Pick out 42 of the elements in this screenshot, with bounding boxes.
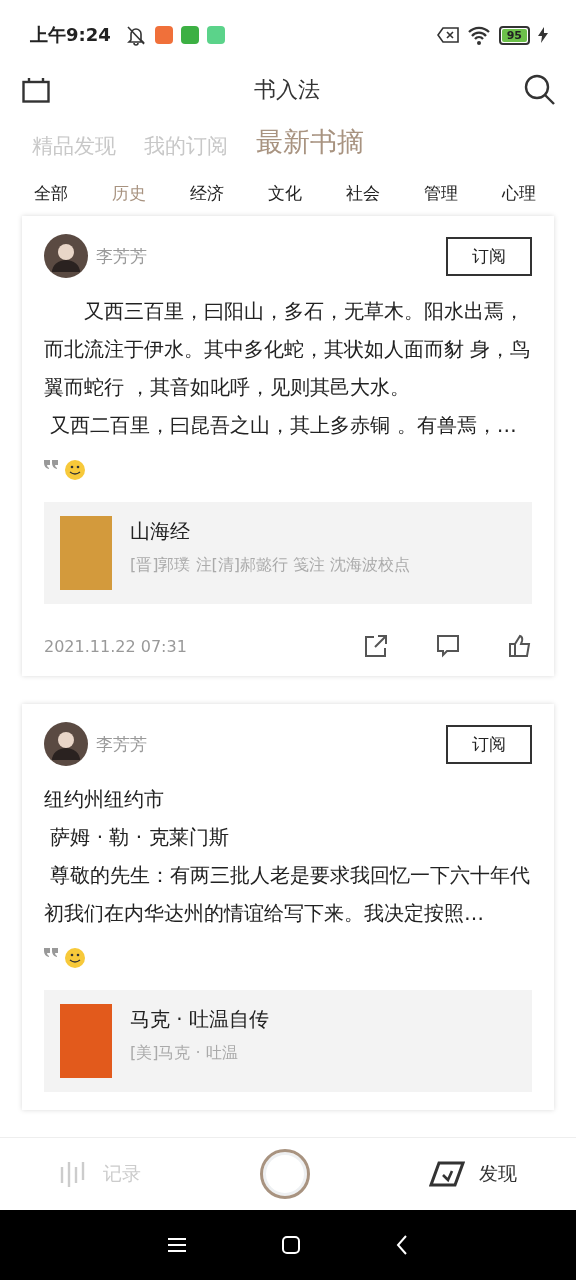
category-tab[interactable]: 社会 [346,181,380,205]
status-time: 上午9:24 [30,23,111,47]
book-title: 山海经 [130,518,191,545]
author-name: 李芳芳 [96,244,148,268]
category-tab[interactable]: 管理 [424,181,458,205]
book-author: [美]马克 · 吐温 [130,1043,239,1064]
record-button[interactable] [260,1149,310,1199]
author-name: 李芳芳 [96,732,148,756]
back-icon[interactable] [396,1235,408,1255]
category-tab[interactable]: 经济 [190,181,224,205]
sim-error-icon [436,26,459,44]
excerpt-text: 尊敬的先生：有两三批人老是要求我回忆一下六十年代初我们在内华达州的情谊给写下来。我决定按照… [44,862,532,927]
excerpt-text: 纽约州纽约市 [44,786,165,813]
thumbs-up-icon[interactable] [508,634,532,658]
comment-icon[interactable] [436,634,460,658]
menu-icon[interactable] [168,1238,186,1252]
search-icon[interactable] [524,74,556,106]
excerpt-text: 萨姆 · 勒 · 克莱门斯 [49,824,230,851]
book-title: 马克 · 吐温自传 [130,1006,270,1033]
book-card[interactable]: 山海经 [晋]郭璞 注[清]郝懿行 笺注 沈海波校点 [44,502,532,604]
battery-indicator: 95 [498,25,530,45]
avatar-icon [44,234,88,278]
excerpt-text: 又西三百里，曰阳山，多石，无草木。阳水出焉，而北流注于伊水。其中多化蛇，其状如人面而豺 身，鸟翼而蛇行 ，其音如叱呼，见则其邑大水。 [44,298,532,401]
excerpt-text: 又西二百里，曰昆吾之山，其上多赤铜 。有兽焉，… [49,412,518,439]
calendar-icon[interactable] [22,77,50,103]
category-tab[interactable]: 全部 [34,181,68,205]
muted-bell-icon [124,24,147,46]
subscribe-button[interactable]: 订阅 [446,724,532,764]
category-tab[interactable]: 心理 [502,181,536,205]
book-card[interactable]: 马克 · 吐温自传 [美]马克 · 吐温 [44,990,532,1092]
parallelogram-icon [428,1161,465,1187]
post-date: 2021.11.22 07:31 [44,636,188,656]
avatar-icon [44,722,88,766]
book-author: [晋]郭璞 注[清]郝懿行 笺注 沈海波校点 [130,555,411,576]
share-icon[interactable] [364,634,388,658]
wifi-icon [466,25,491,45]
category-tab[interactable]: 文化 [268,181,302,205]
nav-tab[interactable]: 发现 [428,1161,517,1187]
home-icon[interactable] [282,1236,300,1254]
subscribe-button[interactable]: 订阅 [446,236,532,276]
app-title: 书入法 [254,76,320,104]
charging-icon [538,27,548,43]
